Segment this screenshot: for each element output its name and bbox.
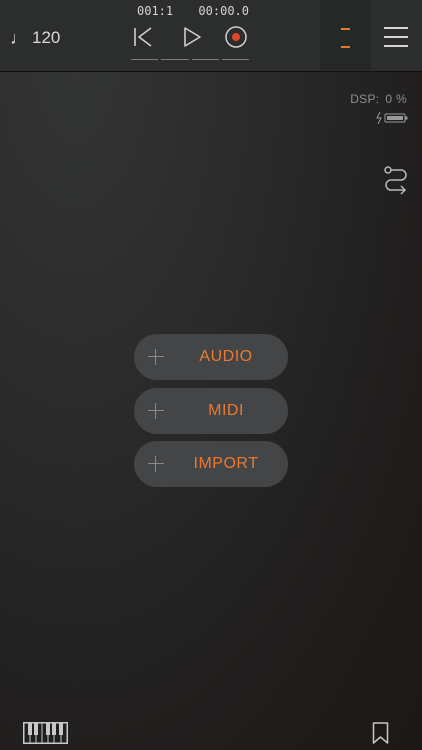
play-button[interactable]: [180, 25, 204, 49]
dsp-label: DSP:: [350, 92, 380, 106]
play-icon: [184, 27, 201, 47]
transport-bar: ♩ 120 001:1 00:00.0: [0, 0, 422, 72]
skip-back-icon: [134, 27, 152, 47]
tempo-value: 120: [32, 28, 61, 47]
record-icon: [225, 26, 247, 48]
keyboard-button[interactable]: [23, 722, 68, 744]
track-indicator: [341, 46, 350, 48]
battery-charging-icon: [376, 112, 408, 124]
plus-icon: [148, 349, 164, 365]
menu-button[interactable]: [384, 25, 408, 49]
bookmark-button[interactable]: [372, 722, 389, 744]
dsp-meter: DSP: 0 %: [350, 92, 407, 106]
track-indicator: [341, 28, 350, 30]
import-button[interactable]: IMPORT: [134, 441, 288, 487]
piano-keyboard-icon: [23, 722, 68, 744]
add-audio-track-button[interactable]: AUDIO: [134, 334, 288, 380]
bar-beat-readout: 001:1: [137, 4, 174, 18]
import-label: IMPORT: [193, 455, 259, 472]
add-midi-label: MIDI: [208, 402, 244, 419]
time-readout: 00:00.0: [198, 4, 249, 18]
transport-progress: [131, 59, 249, 61]
plus-icon: [148, 456, 164, 472]
routing-icon: [384, 166, 407, 195]
mini-track-panel[interactable]: [320, 0, 371, 70]
record-button[interactable]: [224, 25, 248, 49]
dsp-value: 0 %: [385, 92, 407, 106]
position-counter: 001:1 00:00.0: [137, 4, 249, 18]
plus-icon: [148, 403, 164, 419]
tempo-display[interactable]: ♩ 120: [10, 28, 60, 48]
routing-button[interactable]: [383, 165, 409, 197]
add-audio-label: AUDIO: [199, 348, 253, 365]
music-note-icon: ♩: [10, 28, 28, 48]
rewind-button[interactable]: [131, 25, 155, 49]
add-midi-track-button[interactable]: MIDI: [134, 388, 288, 434]
bookmark-icon: [372, 722, 389, 744]
battery-indicator: [375, 112, 409, 124]
